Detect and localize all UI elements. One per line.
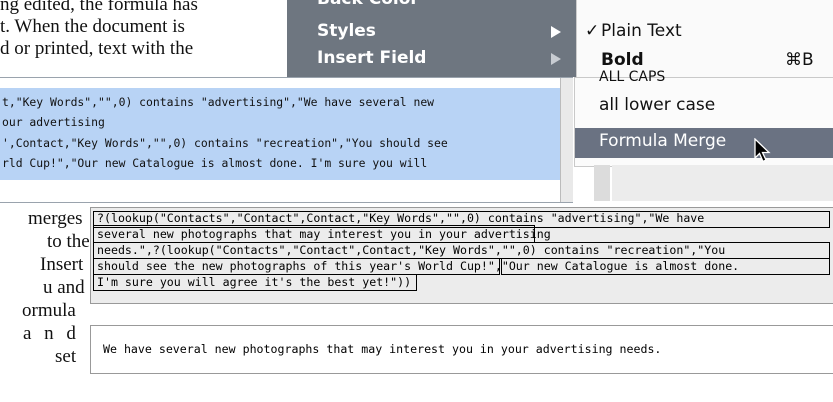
submenu-arrow-icon — [551, 26, 561, 38]
window-edge — [594, 165, 610, 201]
menu-item-label: Styles — [317, 21, 376, 41]
context-menu: Back Color Styles Insert Field — [287, 0, 576, 77]
formula-line: I'm sure you will agree it's the best ye… — [97, 275, 412, 289]
doc-text-line: ormula — [22, 300, 76, 321]
formula-editor[interactable]: t,"Key Words","",0) contains "advertisin… — [0, 77, 573, 203]
doc-text-line: to the — [47, 231, 90, 252]
editor-line: t,"Key Words","",0) contains "advertisin… — [2, 95, 435, 109]
menu-item-label: Insert Field — [317, 48, 427, 68]
editor-line: ',Contact,"Key Words","",0) contains "re… — [2, 136, 448, 150]
doc-text-line: ng edited, the formula has — [0, 0, 198, 15]
window-edge — [612, 165, 833, 201]
editor-line: our advertising — [2, 115, 105, 129]
editor-scrollbar[interactable] — [560, 78, 573, 202]
styles-submenu-lower: ALL CAPS all lower case Formula Merge — [574, 69, 833, 167]
menu-item-label: Bold — [601, 50, 644, 70]
menu-item-lower-case[interactable]: all lower case — [599, 95, 715, 115]
menu-item-insert-field[interactable]: Insert Field — [287, 47, 576, 72]
doc-text-line: merges — [28, 208, 83, 229]
formula-line: should see the new photographs of this y… — [97, 259, 740, 273]
menu-item-label: Plain Text — [601, 21, 682, 41]
shortcut-label: ⌘B — [785, 50, 814, 70]
doc-text-line: d or printed, text with the — [0, 38, 194, 59]
doc-text-line: Insert — [40, 254, 84, 275]
doc-text-line: set — [55, 346, 77, 367]
formula-display: ?(lookup("Contacts","Contact",Contact,"K… — [90, 207, 833, 304]
doc-text-line: t. When the document is — [0, 16, 185, 37]
formula-line: ?(lookup("Contacts","Contact",Contact,"K… — [97, 211, 705, 225]
menu-item-back-color[interactable]: Back Color — [287, 0, 576, 13]
editor-line: rld Cup!","Our new Catalogue is almost d… — [2, 156, 428, 170]
menu-item-styles[interactable]: Styles — [287, 20, 576, 45]
doc-text-line: u and — [43, 277, 85, 298]
mouse-pointer-icon — [754, 138, 771, 163]
menu-item-formula-merge[interactable]: Formula Merge — [599, 131, 726, 151]
submenu-arrow-icon — [551, 53, 561, 65]
merge-result-box: We have several new photographs that may… — [90, 325, 833, 374]
menu-item-all-caps[interactable]: ALL CAPS — [599, 69, 665, 85]
merge-result-text: We have several new photographs that may… — [103, 342, 662, 356]
checkmark-icon: ✓ — [585, 21, 600, 41]
formula-line: needs.",?(lookup("Contacts","Contact",Co… — [97, 243, 726, 257]
styles-submenu: ✓ Plain Text Bold ⌘B — [576, 0, 833, 77]
formula-line: several new photographs that may interes… — [97, 227, 551, 241]
doc-text-line: a n d — [23, 323, 80, 344]
